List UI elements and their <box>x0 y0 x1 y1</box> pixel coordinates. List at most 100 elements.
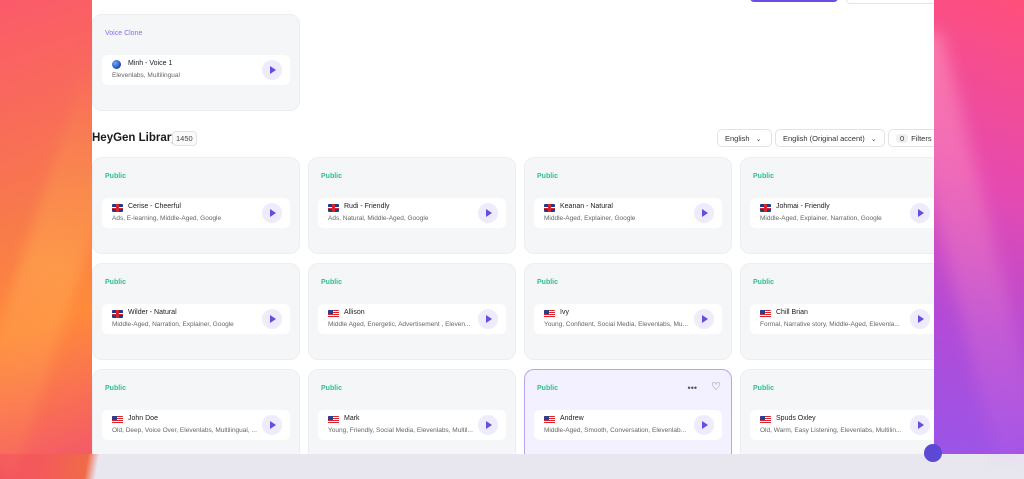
voice-name: Minh - Voice 1 <box>128 60 173 67</box>
play-icon[interactable] <box>910 309 930 329</box>
voice-tags: Middle-Aged, Smooth, Conversation, Eleve… <box>544 427 686 434</box>
more-icon[interactable]: ••• <box>688 383 697 393</box>
public-tag: Public <box>105 385 127 392</box>
top-secondary-button[interactable] <box>846 0 934 4</box>
chevron-down-icon: ⌄ <box>755 136 762 143</box>
uk-flag-icon <box>544 204 555 212</box>
public-tag: Public <box>105 279 127 286</box>
voice-row[interactable]: Wilder - Natural Middle-Aged, Narration,… <box>102 304 290 334</box>
help-bubble[interactable] <box>924 444 942 462</box>
uk-flag-icon <box>112 310 123 318</box>
public-tag: Public <box>321 173 343 180</box>
voice-row[interactable]: Keanan - Natural Middle-Aged, Explainer,… <box>534 198 722 228</box>
uk-flag-icon <box>328 204 339 212</box>
voice-tags: Middle Aged, Energetic, Advertisement , … <box>328 321 471 328</box>
uk-flag-icon <box>760 204 771 212</box>
play-icon[interactable] <box>262 415 282 435</box>
voice-tags: Ads, E-learning, Middle-Aged, Google <box>112 215 222 222</box>
chevron-down-icon: ⌄ <box>870 136 877 143</box>
voice-tags: Elevenlabs, Multilingual <box>112 72 180 79</box>
voice-row[interactable]: Minh - Voice 1 Elevenlabs, Multilingual <box>102 55 290 85</box>
us-flag-icon <box>112 416 123 424</box>
voice-clone-card[interactable]: Voice Clone Minh - Voice 1 Elevenlabs, M… <box>92 14 300 111</box>
play-icon[interactable] <box>262 309 282 329</box>
voice-name: Cerise - Cheerful <box>128 203 181 210</box>
play-icon[interactable] <box>262 203 282 223</box>
background-right <box>934 0 1024 454</box>
voice-tags: Young, Friendly, Social Media, Elevenlab… <box>328 427 473 434</box>
filters-count: 0 <box>896 134 909 143</box>
voice-row[interactable]: Rudi - Friendly Ads, Natural, Middle-Age… <box>318 198 506 228</box>
us-flag-icon <box>544 416 555 424</box>
library-title: HeyGen Library <box>92 132 178 144</box>
top-primary-button[interactable] <box>750 0 838 2</box>
voice-tags: Middle-Aged, Explainer, Narration, Googl… <box>760 215 882 222</box>
public-tag: Public <box>321 385 343 392</box>
voice-name: Rudi - Friendly <box>344 203 390 210</box>
public-tag: Public <box>537 385 559 392</box>
public-tag: Public <box>753 385 775 392</box>
library-count-badge: 1450 <box>172 131 197 146</box>
voice-card-selected[interactable]: Public ••• ♡ Andrew Middle-Aged, Smooth,… <box>524 369 732 454</box>
public-tag: Public <box>537 173 559 180</box>
voice-card[interactable]: Public Allison Middle Aged, Energetic, A… <box>308 263 516 360</box>
voice-row[interactable]: Spuds Oxley Old, Warm, Easy Listening, E… <box>750 410 934 440</box>
voice-card[interactable]: Public Keanan - Natural Middle-Aged, Exp… <box>524 157 732 254</box>
voice-card[interactable]: Public Cerise - Cheerful Ads, E-learning… <box>92 157 300 254</box>
public-tag: Public <box>537 279 559 286</box>
voice-card[interactable]: Public Ivy Young, Confident, Social Medi… <box>524 263 732 360</box>
play-icon[interactable] <box>694 415 714 435</box>
public-tag: Public <box>753 173 775 180</box>
accent-dropdown-value: English (Original accent) <box>783 134 865 143</box>
voice-row[interactable]: Ivy Young, Confident, Social Media, Elev… <box>534 304 722 334</box>
voice-card[interactable]: Public Johmai - Friendly Middle-Aged, Ex… <box>740 157 934 254</box>
voice-tags: Middle-Aged, Explainer, Google <box>544 215 636 222</box>
main-panel: Voice Clone Minh - Voice 1 Elevenlabs, M… <box>92 0 934 454</box>
voice-name: Spuds Oxley <box>776 415 816 422</box>
voice-tags: Ads, Natural, Middle-Aged, Google <box>328 215 429 222</box>
play-icon[interactable] <box>478 309 498 329</box>
voice-card[interactable]: Public Rudi - Friendly Ads, Natural, Mid… <box>308 157 516 254</box>
language-dropdown[interactable]: English ⌄ <box>717 129 772 147</box>
voice-card[interactable]: Public Mark Young, Friendly, Social Medi… <box>308 369 516 454</box>
voice-tags: Young, Confident, Social Media, Elevenla… <box>544 321 688 328</box>
voice-card[interactable]: Public John Doe Old, Deep, Voice Over, E… <box>92 369 300 454</box>
voice-row[interactable]: Cerise - Cheerful Ads, E-learning, Middl… <box>102 198 290 228</box>
voice-row[interactable]: Johmai - Friendly Middle-Aged, Explainer… <box>750 198 934 228</box>
voice-card[interactable]: Public Chill Brian Formal, Narrative sto… <box>740 263 934 360</box>
play-icon[interactable] <box>478 415 498 435</box>
voice-card[interactable]: Public Spuds Oxley Old, Warm, Easy Liste… <box>740 369 934 454</box>
us-flag-icon <box>760 416 771 424</box>
voice-name: Andrew <box>560 415 584 422</box>
us-flag-icon <box>328 310 339 318</box>
voice-tags: Middle-Aged, Narration, Explainer, Googl… <box>112 321 234 328</box>
voice-tags: Old, Warm, Easy Listening, Elevenlabs, M… <box>760 427 902 434</box>
voice-name: Johmai - Friendly <box>776 203 830 210</box>
language-dropdown-value: English <box>725 134 750 143</box>
voice-row[interactable]: Andrew Middle-Aged, Smooth, Conversation… <box>534 410 722 440</box>
filters-button[interactable]: 0 Filters <box>888 129 934 147</box>
uk-flag-icon <box>112 204 123 212</box>
public-tag: Public <box>321 279 343 286</box>
voice-card[interactable]: Public Wilder - Natural Middle-Aged, Nar… <box>92 263 300 360</box>
voice-name: Keanan - Natural <box>560 203 613 210</box>
public-tag: Public <box>105 173 127 180</box>
play-icon[interactable] <box>262 60 282 80</box>
voice-name: Ivy <box>560 309 569 316</box>
voice-row[interactable]: Allison Middle Aged, Energetic, Advertis… <box>318 304 506 334</box>
heart-icon[interactable]: ♡ <box>711 380 721 393</box>
play-icon[interactable] <box>694 309 714 329</box>
voice-name: John Doe <box>128 415 158 422</box>
us-flag-icon <box>544 310 555 318</box>
voice-row[interactable]: John Doe Old, Deep, Voice Over, Elevenla… <box>102 410 290 440</box>
play-icon[interactable] <box>910 415 930 435</box>
voice-tags: Old, Deep, Voice Over, Elevenlabs, Multi… <box>112 427 257 434</box>
filters-label: Filters <box>911 134 932 143</box>
voice-row[interactable]: Mark Young, Friendly, Social Media, Elev… <box>318 410 506 440</box>
play-icon[interactable] <box>478 203 498 223</box>
play-icon[interactable] <box>694 203 714 223</box>
play-icon[interactable] <box>910 203 930 223</box>
accent-dropdown[interactable]: English (Original accent) ⌄ <box>775 129 885 147</box>
voice-row[interactable]: Chill Brian Formal, Narrative story, Mid… <box>750 304 934 334</box>
us-flag-icon <box>328 416 339 424</box>
